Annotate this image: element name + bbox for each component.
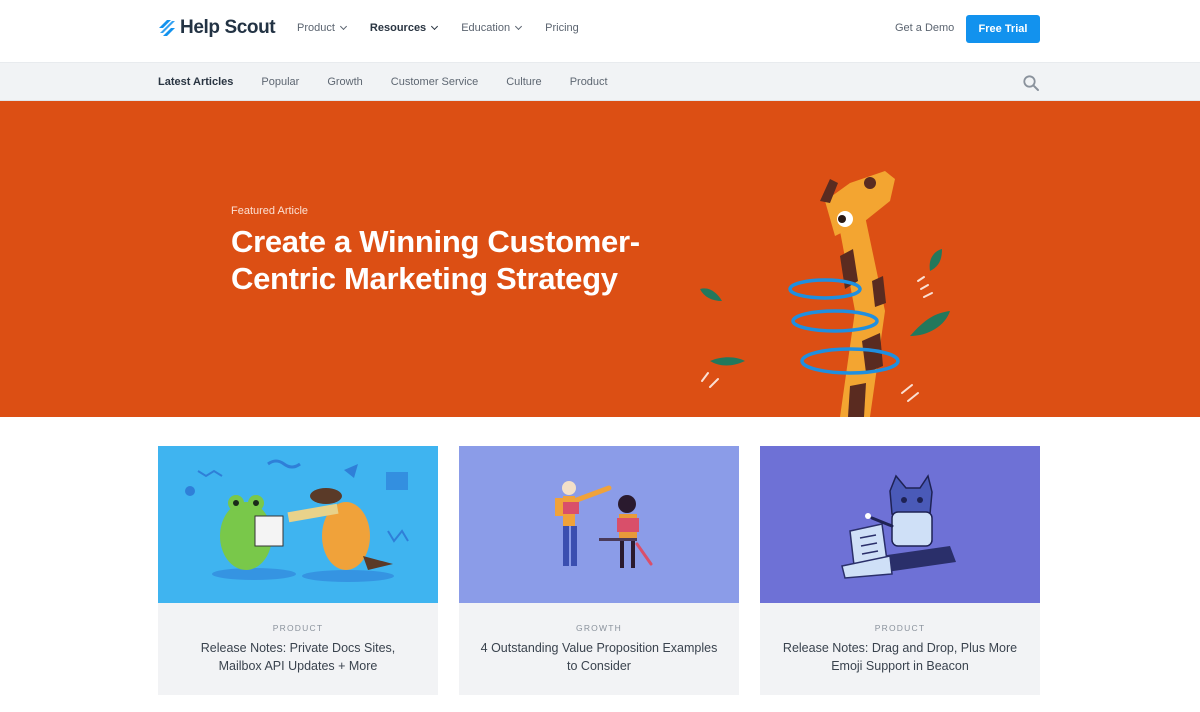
article-category: GROWTH — [576, 623, 622, 633]
subnav-product[interactable]: Product — [570, 76, 608, 88]
main-nav: Product Resources Education Pricing — [297, 22, 603, 34]
nav-item-label: Education — [461, 22, 511, 34]
chevron-down-icon — [431, 22, 439, 31]
nav-item-pricing[interactable]: Pricing — [545, 22, 579, 34]
article-category: PRODUCT — [272, 623, 324, 633]
featured-article-label: Featured Article — [231, 205, 309, 217]
subnav-customer-service[interactable]: Customer Service — [391, 76, 478, 88]
nav-item-label: Pricing — [545, 22, 579, 34]
subnav-growth[interactable]: Growth — [327, 76, 362, 88]
article-category: PRODUCT — [874, 623, 926, 633]
top-header: Help Scout Product Resources Education P… — [0, 0, 1200, 62]
frog-and-platypus-illustration — [158, 446, 438, 603]
help-scout-logo-icon — [159, 20, 175, 36]
free-trial-button[interactable]: Free Trial — [966, 15, 1040, 43]
chevron-down-icon — [515, 22, 523, 31]
nav-item-label: Product — [297, 22, 335, 34]
subnav-popular[interactable]: Popular — [261, 76, 299, 88]
article-card[interactable]: PRODUCT Release Notes: Drag and Drop, Pl… — [760, 446, 1040, 695]
giraffe-hula-hoop-illustration — [700, 171, 950, 417]
article-title[interactable]: 4 Outstanding Value Proposition Examples… — [479, 639, 719, 675]
nav-item-product[interactable]: Product — [297, 22, 347, 34]
nav-item-education[interactable]: Education — [461, 22, 523, 34]
musicians-illustration — [459, 446, 739, 603]
article-title[interactable]: Release Notes: Drag and Drop, Plus More … — [780, 639, 1020, 675]
chevron-down-icon — [339, 22, 347, 31]
article-title[interactable]: Release Notes: Private Docs Sites, Mailb… — [178, 639, 418, 675]
cat-writing-list-illustration — [760, 446, 1040, 603]
search-icon[interactable] — [1022, 74, 1040, 92]
help-scout-logo[interactable]: Help Scout — [158, 16, 276, 40]
subnav-culture[interactable]: Culture — [506, 76, 541, 88]
article-card[interactable]: GROWTH 4 Outstanding Value Proposition E… — [459, 446, 739, 695]
blog-subnav-bar: Latest Articles Popular Growth Customer … — [0, 62, 1200, 101]
get-demo-link[interactable]: Get a Demo — [895, 22, 954, 34]
logo-text: Help Scout — [180, 17, 276, 38]
subnav-latest-articles[interactable]: Latest Articles — [158, 76, 233, 88]
article-card[interactable]: PRODUCT Release Notes: Private Docs Site… — [158, 446, 438, 695]
blog-subnav: Latest Articles Popular Growth Customer … — [158, 76, 636, 88]
featured-article-hero[interactable]: Featured Article Create a Winning Custom… — [0, 101, 1200, 417]
nav-item-resources[interactable]: Resources — [369, 22, 439, 34]
featured-article-title[interactable]: Create a Winning Customer-Centric Market… — [231, 223, 691, 297]
nav-item-label: Resources — [369, 22, 427, 34]
